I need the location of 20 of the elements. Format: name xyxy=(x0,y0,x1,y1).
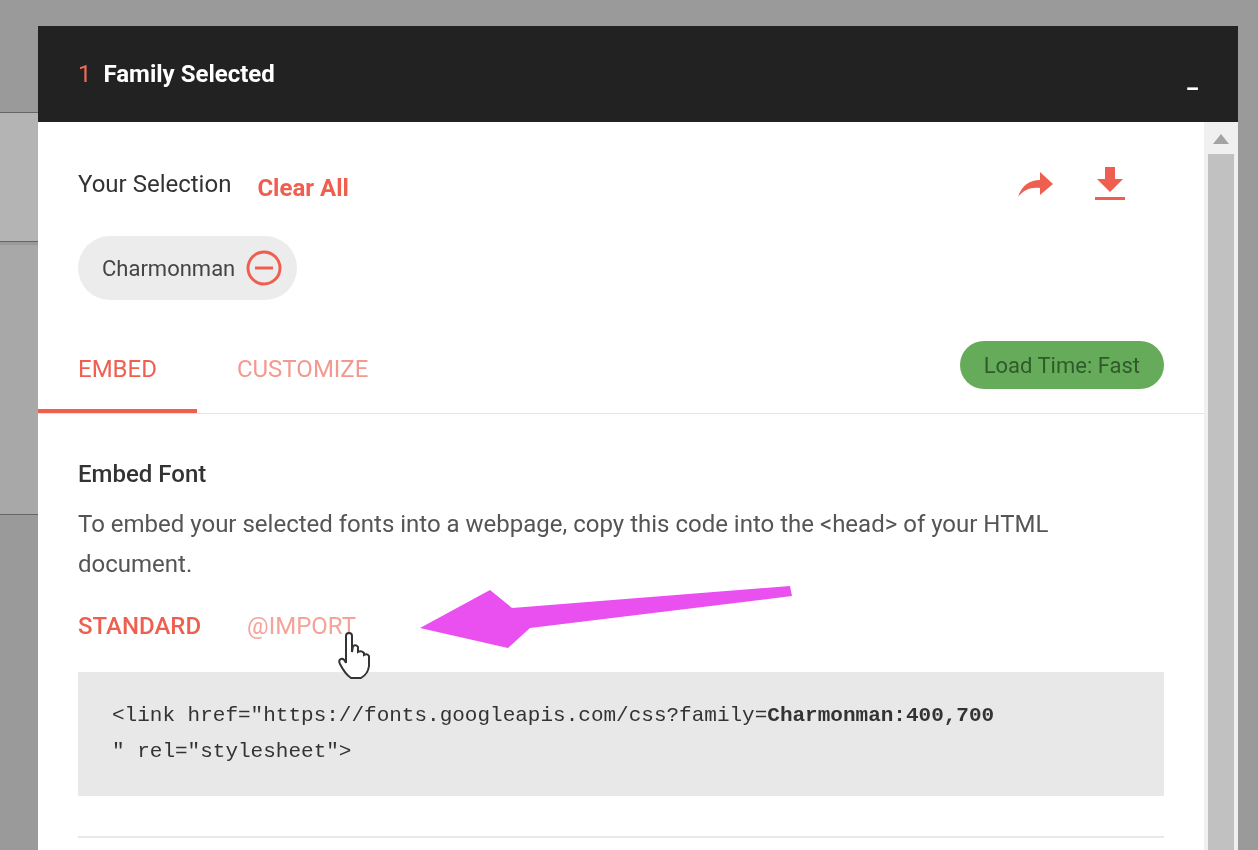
section-label: Your Selection xyxy=(78,169,232,200)
tab[interactable]: EMBED xyxy=(38,328,197,413)
embed-description: To embed your selected fonts into a webpage, copy this code into the <head> of your HTML document. xyxy=(78,509,1050,580)
scrollbar[interactable] xyxy=(1204,122,1238,850)
code-line: " rel="stylesheet"> xyxy=(112,739,353,765)
method-tab[interactable]: STANDARD xyxy=(78,608,202,644)
tab[interactable]: CUSTOMIZE xyxy=(196,328,409,413)
method-tab[interactable]: @IMPORT xyxy=(247,608,356,644)
scroll-thumb[interactable] xyxy=(1208,154,1234,850)
load-time-badge: Load Time: Fast xyxy=(959,341,1164,389)
panel-title: Family Selected xyxy=(103,59,275,90)
code-line: <link href="https://fonts.googleapis.com/css?family=Charmonman:400,700 xyxy=(112,703,996,729)
chip-label: Charmonman xyxy=(102,254,236,283)
scroll-up-icon[interactable] xyxy=(1213,134,1229,144)
embed-title: Embed Font xyxy=(78,459,208,490)
family-count: 1 xyxy=(78,59,92,90)
download-icon[interactable] xyxy=(1094,167,1126,201)
remove-icon[interactable] xyxy=(245,249,284,287)
minimize-button[interactable]: _ xyxy=(1187,61,1198,97)
clear-all-link[interactable]: Clear All xyxy=(257,170,349,206)
